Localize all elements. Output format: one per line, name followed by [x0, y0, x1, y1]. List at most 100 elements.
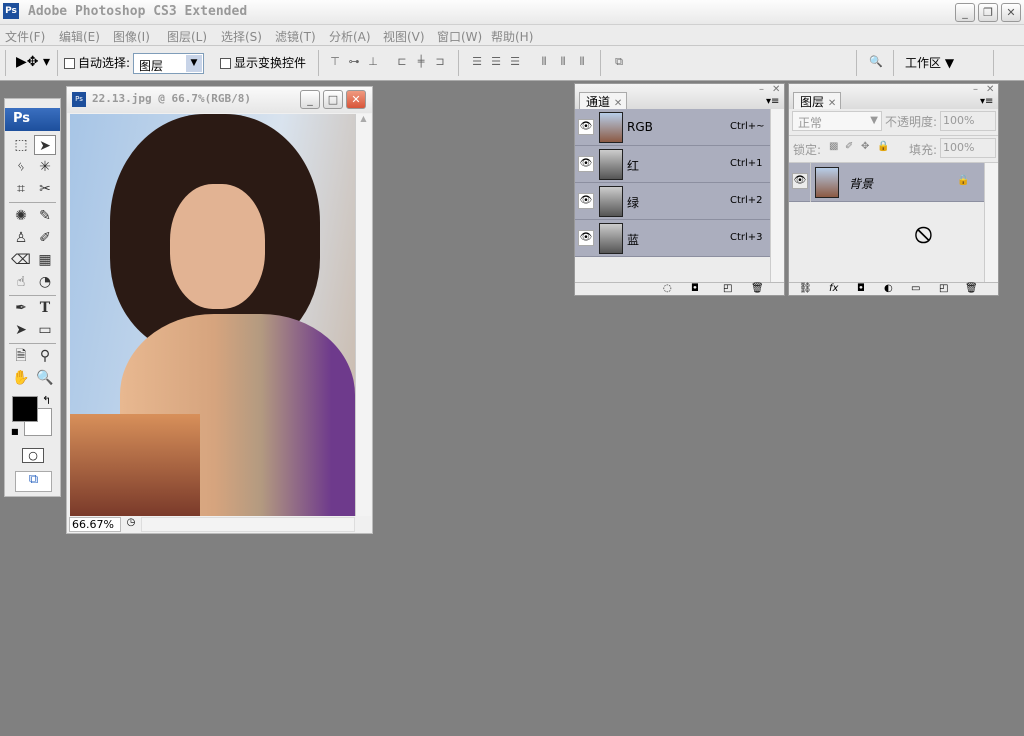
zoom-level-field[interactable]: 66.67%	[69, 517, 121, 532]
bridge-icon[interactable]: 🔍	[866, 55, 886, 69]
close-tab-icon[interactable]: ✕	[828, 98, 836, 109]
channel-row-blue[interactable]: 👁 蓝 Ctrl+3	[575, 220, 770, 257]
screen-mode-icon[interactable]: ⧉	[15, 471, 52, 492]
fx-icon[interactable]: fx	[829, 283, 838, 294]
align-right-icon[interactable]: ⊐	[433, 55, 447, 69]
align-bottom-icon[interactable]: ⊥	[366, 55, 380, 69]
panel-menu-icon[interactable]: ▾≡	[980, 96, 993, 107]
eye-icon[interactable]: 👁	[578, 119, 594, 135]
opacity-field[interactable]: 100%	[940, 111, 996, 131]
clone-stamp-tool-icon[interactable]: ♙	[10, 228, 32, 248]
menu-filter[interactable]: 滤镜(T)	[275, 28, 316, 45]
menu-image[interactable]: 图像(I)	[113, 28, 150, 45]
layer-row-background[interactable]: 👁 背景 🔒	[789, 163, 984, 202]
magic-wand-tool-icon[interactable]: ✳	[34, 157, 56, 177]
tab-channels[interactable]: 通道 ✕	[579, 92, 627, 109]
move-tool-preset-icon[interactable]: ▶✥ ▾	[16, 54, 50, 70]
horizontal-scrollbar[interactable]	[141, 517, 355, 532]
crop-tool-icon[interactable]: ⌗	[10, 179, 32, 199]
pen-tool-icon[interactable]: ✒	[10, 298, 32, 318]
blur-tool-icon[interactable]: ☝	[10, 272, 32, 292]
layers-scrollbar[interactable]	[984, 163, 998, 282]
type-tool-icon[interactable]: T	[34, 298, 56, 318]
auto-select-checkbox[interactable]	[64, 58, 75, 69]
save-selection-icon[interactable]: ◘	[691, 283, 699, 294]
gradient-tool-icon[interactable]: ▦	[34, 250, 56, 270]
swap-colors-icon[interactable]: ↰	[42, 394, 51, 407]
new-group-icon[interactable]: ▭	[911, 283, 920, 294]
path-selection-tool-icon[interactable]: ➤	[10, 320, 32, 340]
adjustment-layer-icon[interactable]: ◐	[884, 283, 893, 294]
document-maximize-button[interactable]: □	[323, 90, 343, 109]
minimize-button[interactable]: _	[955, 3, 975, 22]
distribute-top-icon[interactable]: ☰	[470, 55, 484, 69]
zoom-tool-icon[interactable]: 🔍	[34, 368, 56, 388]
align-hcenter-icon[interactable]: ╪	[414, 55, 428, 69]
lock-all-icon[interactable]: 🔒	[877, 141, 889, 152]
distribute-right-icon[interactable]: ⫴	[575, 55, 589, 69]
add-mask-icon[interactable]: ◘	[857, 283, 865, 294]
channel-row-rgb[interactable]: 👁 RGB Ctrl+~	[575, 109, 770, 146]
lock-position-icon[interactable]: ✥	[861, 141, 869, 152]
eyedropper-tool-icon[interactable]: ⚲	[34, 346, 56, 366]
collapse-icon[interactable]: –	[973, 84, 978, 95]
panel-menu-icon[interactable]: ▾≡	[766, 96, 779, 107]
close-tab-icon[interactable]: ✕	[614, 98, 622, 109]
menu-select[interactable]: 选择(S)	[221, 28, 262, 45]
menu-file[interactable]: 文件(F)	[5, 28, 45, 45]
lock-pixels-icon[interactable]: ✐	[845, 141, 853, 152]
default-colors-icon[interactable]: ■	[11, 427, 19, 436]
collapse-icon[interactable]: –	[759, 84, 764, 95]
delete-icon[interactable]: 🗑	[751, 283, 764, 294]
document-close-button[interactable]: ✕	[346, 90, 366, 109]
rectangle-tool-icon[interactable]: ▭	[34, 320, 56, 340]
menu-view[interactable]: 视图(V)	[383, 28, 425, 45]
lasso-tool-icon[interactable]: ᛃ	[10, 157, 32, 177]
distribute-left-icon[interactable]: ⫴	[537, 55, 551, 69]
workspace-button[interactable]: 工作区 ▼	[905, 54, 954, 71]
brush-tool-icon[interactable]: ✎	[34, 206, 56, 226]
chevron-down-icon[interactable]: ▼	[186, 55, 202, 72]
restore-button[interactable]: ❐	[978, 3, 998, 22]
lock-transparency-icon[interactable]: ▩	[829, 141, 838, 152]
align-left-icon[interactable]: ⊏	[395, 55, 409, 69]
link-layers-icon[interactable]: ⛓	[799, 283, 812, 294]
hand-tool-icon[interactable]: ✋	[10, 368, 32, 388]
notes-tool-icon[interactable]: 🗎	[10, 346, 32, 366]
move-tool-icon[interactable]: ➤	[34, 135, 56, 155]
delete-icon[interactable]: 🗑	[965, 283, 978, 294]
auto-align-icon[interactable]: ⧉	[612, 55, 626, 69]
blend-mode-dropdown[interactable]: 正常 ▼	[792, 111, 882, 131]
auto-select-dropdown[interactable]: 图层 ▼	[133, 53, 204, 74]
chevron-down-icon[interactable]: ▼	[870, 115, 878, 126]
history-brush-tool-icon[interactable]: ✐	[34, 228, 56, 248]
quick-mask-icon[interactable]: ○	[22, 448, 44, 463]
healing-brush-tool-icon[interactable]: ✺	[10, 206, 32, 226]
show-transform-checkbox[interactable]	[220, 58, 231, 69]
close-button[interactable]: ✕	[1001, 3, 1021, 22]
menu-edit[interactable]: 编辑(E)	[59, 28, 100, 45]
fill-field[interactable]: 100%	[940, 138, 996, 158]
photo-canvas[interactable]	[70, 114, 355, 516]
panel-close-icon[interactable]: ✕	[772, 84, 780, 95]
menu-analysis[interactable]: 分析(A)	[329, 28, 371, 45]
channels-scrollbar[interactable]	[770, 109, 784, 282]
eye-icon[interactable]: 👁	[578, 230, 594, 246]
channel-row-green[interactable]: 👁 绿 Ctrl+2	[575, 183, 770, 220]
distribute-hcenter-icon[interactable]: ⫴	[556, 55, 570, 69]
distribute-vcenter-icon[interactable]: ☰	[489, 55, 503, 69]
eye-icon[interactable]: 👁	[792, 173, 808, 189]
dodge-tool-icon[interactable]: ◔	[34, 272, 56, 292]
distribute-bottom-icon[interactable]: ☰	[508, 55, 522, 69]
vertical-scrollbar[interactable]: ▲	[355, 114, 371, 516]
scroll-up-icon[interactable]: ▲	[356, 114, 371, 130]
slice-tool-icon[interactable]: ✂	[34, 179, 56, 199]
marquee-tool-icon[interactable]: ⬚	[10, 135, 32, 155]
new-layer-icon[interactable]: ◰	[939, 283, 948, 294]
align-top-icon[interactable]: ⊤	[328, 55, 342, 69]
status-menu-icon[interactable]: ◷	[123, 517, 139, 532]
document-minimize-button[interactable]: _	[300, 90, 320, 109]
menu-help[interactable]: 帮助(H)	[491, 28, 533, 45]
eraser-tool-icon[interactable]: ⌫	[10, 250, 32, 270]
new-channel-icon[interactable]: ◰	[723, 283, 732, 294]
